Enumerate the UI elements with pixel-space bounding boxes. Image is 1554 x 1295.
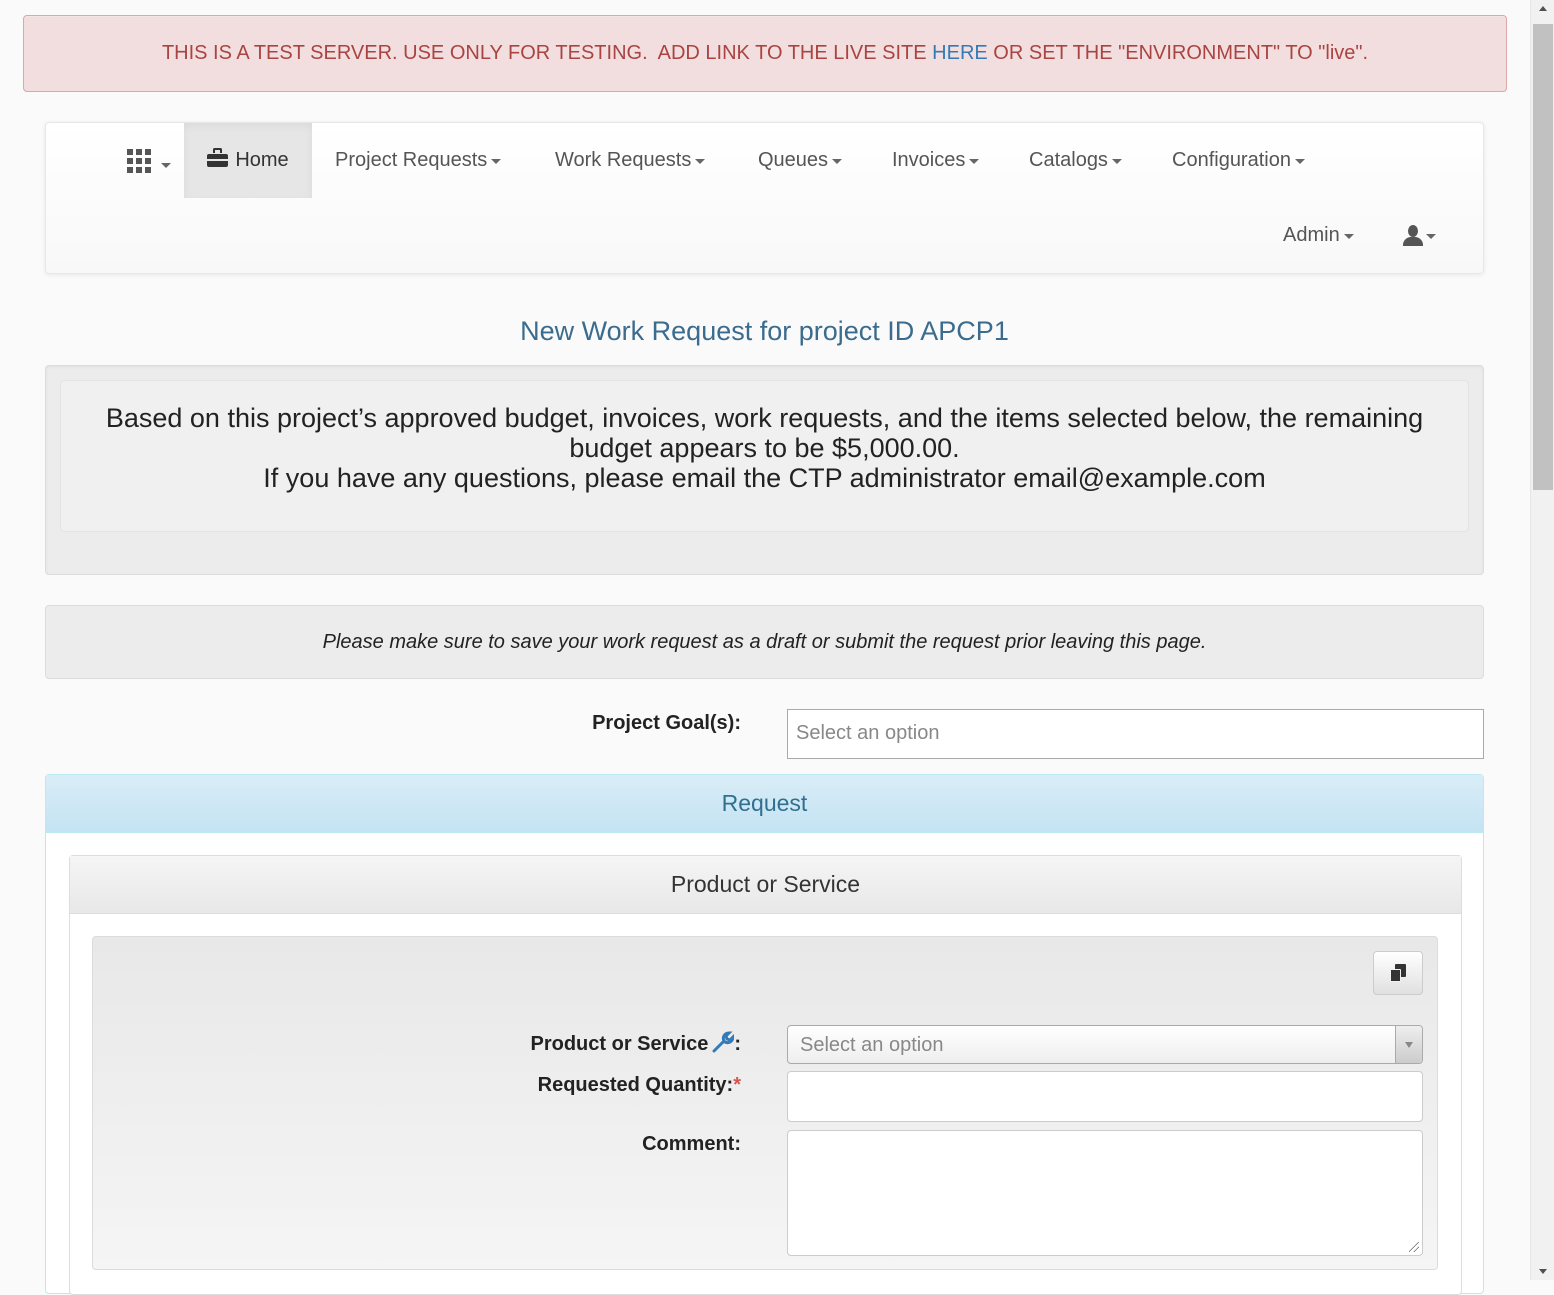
nav-admin[interactable]: Admin [1283,198,1354,273]
nav-queues-label: Queues [758,149,829,171]
caret-down-icon [491,159,502,164]
budget-line-3: If you have any questions, please email … [263,463,1266,493]
live-site-link[interactable]: HERE [932,42,988,65]
requested-quantity-input[interactable] [787,1071,1423,1122]
required-asterisk: * [733,1074,741,1096]
nav-configuration[interactable]: Configuration [1172,123,1305,198]
banner-text-after: OR SET THE "ENVIRONMENT" TO "live". [987,42,1369,64]
product-service-heading: Product or Service [70,856,1461,914]
user-icon [1402,224,1424,247]
copy-button[interactable] [1373,951,1423,995]
caret-down-icon [969,159,980,164]
caret-down-icon [161,163,171,168]
caret-down-icon [1426,234,1436,239]
wrench-icon[interactable] [712,1031,735,1053]
project-goals-label: Project Goal(s): [592,712,741,734]
product-service-label-text: Product or Service [530,1033,709,1055]
requested-quantity-label: Requested Quantity:* [400,1074,741,1097]
comment-textarea[interactable] [787,1130,1423,1256]
nav-home-label: Home [235,149,289,171]
project-goals-select[interactable]: Select an option [787,709,1484,759]
test-server-banner: THIS IS A TEST SERVER. USE ONLY FOR TEST… [23,15,1507,92]
caret-down-icon [832,159,843,164]
budget-line-2: budget appears to be $5,000.00. [569,433,960,463]
nav-admin-label: Admin [1283,224,1340,246]
nav-work-requests[interactable]: Work Requests [555,123,706,198]
user-menu-toggle[interactable] [1402,198,1436,273]
nav-project-requests-label: Project Requests [335,149,488,171]
nav-invoices[interactable]: Invoices [892,123,980,198]
nav-home[interactable]: Home [184,123,312,198]
request-panel-heading: Request [46,775,1483,833]
main-navbar: Home Project Requests Work Requests Queu… [45,122,1484,274]
save-reminder-note: Please make sure to save your work reque… [45,605,1484,679]
budget-info-well: Based on this project’s approved budget,… [45,365,1484,575]
resize-handle-icon[interactable] [1409,1242,1419,1252]
nav-project-requests[interactable]: Project Requests [335,123,502,198]
copy-icon [1389,964,1407,982]
caret-down-icon [1294,159,1305,164]
requested-quantity-label-text: Requested Quantity: [537,1074,734,1096]
grid-icon [127,148,151,173]
scroll-up-icon[interactable] [1539,6,1547,11]
product-service-label-colon: : [734,1033,741,1055]
nav-configuration-label: Configuration [1172,149,1291,171]
scroll-down-icon[interactable] [1539,1269,1547,1274]
caret-down-icon [1111,159,1122,164]
nav-catalogs-label: Catalogs [1029,149,1108,171]
budget-line-1: Based on this project’s approved budget,… [105,403,1424,433]
nav-invoices-label: Invoices [892,149,966,171]
chevron-down-icon[interactable] [1395,1026,1422,1063]
product-service-select[interactable]: Select an option [787,1025,1423,1064]
apps-menu-toggle[interactable] [113,123,185,198]
nav-catalogs[interactable]: Catalogs [1029,123,1122,198]
nav-queues[interactable]: Queues [758,123,843,198]
product-service-label: Product or Service : [400,1028,741,1056]
nav-work-requests-label: Work Requests [555,149,692,171]
briefcase-icon [207,147,229,167]
comment-label: Comment: [642,1133,741,1155]
budget-info-text: Based on this project’s approved budget,… [60,380,1469,532]
product-service-placeholder: Select an option [800,1034,944,1056]
page-scrollbar[interactable] [1530,0,1554,1280]
page-title: New Work Request for project ID APCP1 [520,316,1009,346]
scrollbar-thumb[interactable] [1533,24,1553,490]
caret-down-icon [695,159,706,164]
caret-down-icon [1343,234,1354,239]
banner-text-before: THIS IS A TEST SERVER. USE ONLY FOR TEST… [161,42,933,64]
